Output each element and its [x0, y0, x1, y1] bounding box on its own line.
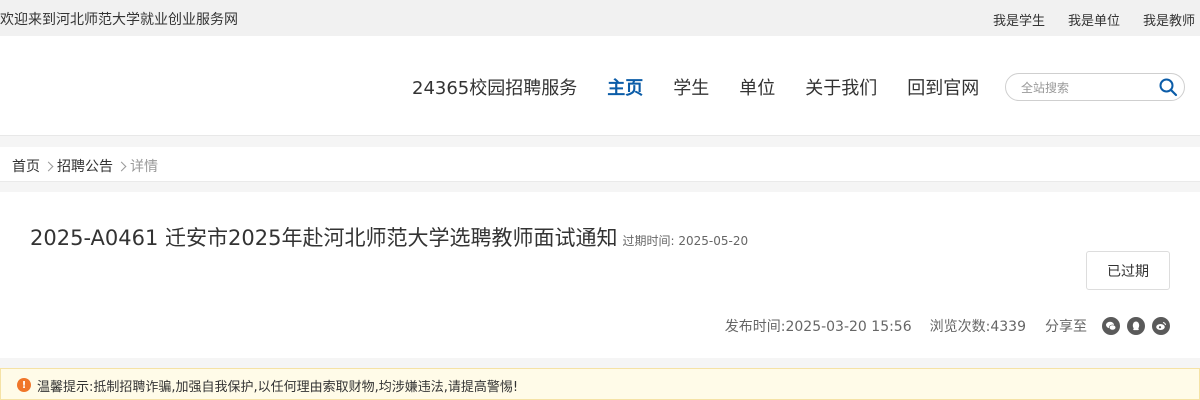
- warning-icon: !: [17, 378, 31, 392]
- nav-employers[interactable]: 单位: [739, 74, 775, 100]
- role-links: 我是学生 我是单位 我是教师: [993, 10, 1195, 29]
- article-meta: 发布时间:2025-03-20 15:56 浏览次数:4339 分享至: [725, 316, 1170, 336]
- title-row: 2025-A0461 迁安市2025年赴河北师范大学选聘教师面试通知 过期时间:…: [30, 222, 748, 252]
- chevron-right-icon: [116, 161, 127, 171]
- nav-about[interactable]: 关于我们: [805, 74, 877, 100]
- breadcrumb: 首页 招聘公告 详情: [12, 156, 158, 176]
- article-title: 2025-A0461 迁安市2025年赴河北师范大学选聘教师面试通知: [30, 226, 618, 250]
- views-count: 4339: [990, 319, 1026, 335]
- nav-official-site[interactable]: 回到官网: [907, 74, 979, 100]
- publish-info: 发布时间:2025-03-20 15:56: [725, 316, 912, 336]
- expired-status-button[interactable]: 已过期: [1086, 251, 1170, 290]
- search-icon[interactable]: [1158, 77, 1178, 97]
- expire-date: 2025-05-20: [678, 234, 749, 248]
- welcome-text: 欢迎来到河北师范大学就业创业服务网: [0, 12, 238, 28]
- article-header: 2025-A0461 迁安市2025年赴河北师范大学选聘教师面试通知 过期时间:…: [0, 192, 1200, 358]
- nav-home[interactable]: 主页: [607, 74, 643, 100]
- student-link[interactable]: 我是学生: [993, 10, 1045, 29]
- wechat-icon[interactable]: [1102, 317, 1120, 335]
- views-info: 浏览次数:4339: [930, 316, 1026, 336]
- warning-notice: ! 温馨提示:抵制招聘诈骗,加强自我保护,以任何理由索取财物,均涉嫌违法,请提高…: [0, 368, 1200, 400]
- qq-icon[interactable]: [1127, 317, 1145, 335]
- search-box: [1005, 73, 1185, 101]
- share-label: 分享至: [1045, 319, 1087, 335]
- notice-text: 温馨提示:抵制招聘诈骗,加强自我保护,以任何理由索取财物,均涉嫌违法,请提高警惕…: [37, 380, 519, 395]
- nav-campus-recruit[interactable]: 24365校园招聘服务: [412, 74, 577, 100]
- views-label: 浏览次数:: [929, 319, 991, 335]
- publish-time: 2025-03-20 15:56: [785, 319, 912, 335]
- main-nav: 24365校园招聘服务 主页 学生 单位 关于我们 回到官网: [412, 74, 1009, 100]
- breadcrumb-section[interactable]: 招聘公告: [57, 156, 113, 176]
- teacher-link[interactable]: 我是教师: [1143, 10, 1195, 29]
- employer-link[interactable]: 我是单位: [1068, 10, 1120, 29]
- breadcrumb-current: 详情: [130, 159, 158, 175]
- weibo-icon[interactable]: [1152, 317, 1170, 335]
- breadcrumb-home[interactable]: 首页: [12, 156, 40, 176]
- chevron-right-icon: [43, 161, 54, 171]
- nav-students[interactable]: 学生: [673, 74, 709, 100]
- search-input[interactable]: [1021, 79, 1151, 96]
- breadcrumb-bar: 首页 招聘公告 详情: [0, 147, 1200, 182]
- publish-label: 发布时间:: [724, 319, 786, 335]
- expire-info: 过期时间: 2025-05-20: [623, 232, 749, 249]
- expire-label: 过期时间:: [622, 234, 675, 248]
- top-bar: 欢迎来到河北师范大学就业创业服务网 我是学生 我是单位 我是教师: [0, 0, 1200, 36]
- site-header: 24365校园招聘服务 主页 学生 单位 关于我们 回到官网: [0, 36, 1200, 136]
